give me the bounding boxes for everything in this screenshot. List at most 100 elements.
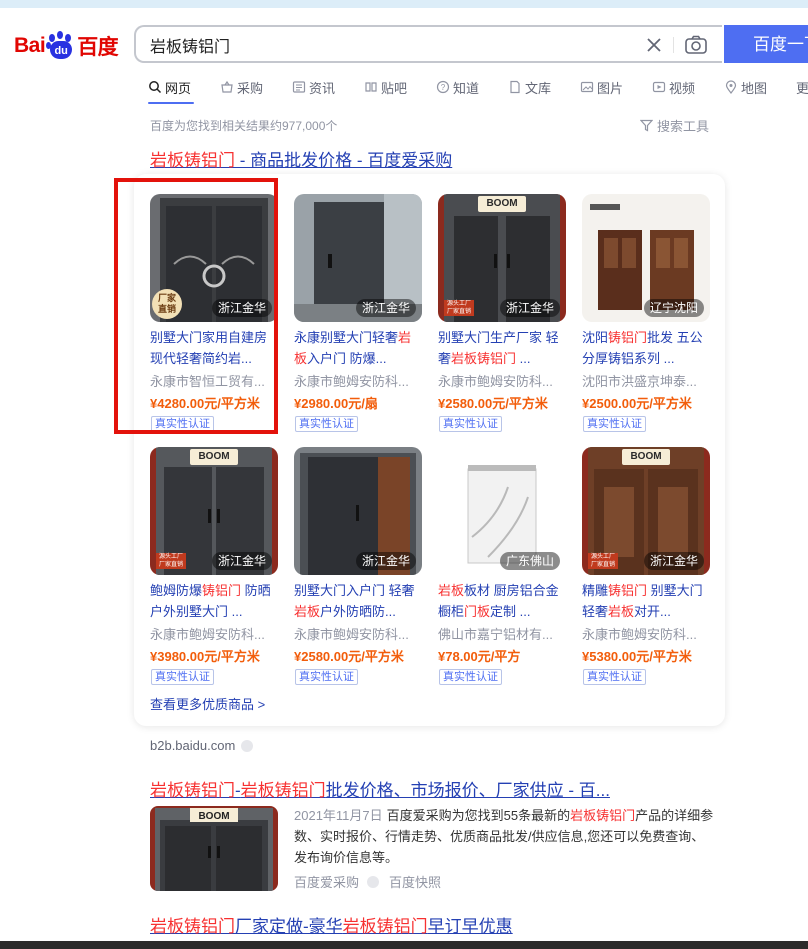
tab-label: 视频 bbox=[669, 80, 696, 96]
product-price: ¥2980.00元/扇 bbox=[294, 396, 378, 411]
tab-8[interactable]: 地图 bbox=[724, 74, 796, 100]
paw-icon: du bbox=[46, 31, 76, 61]
verified-badge: 真实性认证 bbox=[295, 669, 358, 685]
product-price: ¥5380.00元/平方米 bbox=[582, 649, 692, 664]
shop-name[interactable]: 永康市鲍姆安防科... bbox=[294, 624, 422, 643]
search-tools-button[interactable]: 搜索工具 bbox=[640, 116, 709, 135]
product-name[interactable]: 永康别墅大门轻奢岩板入户门 防爆... bbox=[294, 327, 422, 369]
tab-6[interactable]: 图片 bbox=[580, 74, 652, 100]
abstract-highlight: 岩板铸铝门 bbox=[570, 808, 636, 823]
name-highlight: 岩板 bbox=[608, 604, 635, 619]
name-text: 鲍姆防爆 bbox=[150, 583, 203, 598]
shop-name[interactable]: 永康市鲍姆安防科... bbox=[438, 371, 566, 390]
result-title-1[interactable]: 岩板铸铝门 - 商品批发价格 - 百度爱采购 bbox=[150, 146, 452, 171]
baidu-logo[interactable]: Bai du 百度 bbox=[14, 26, 119, 66]
tab-label: 贴吧 bbox=[381, 80, 408, 96]
product-image[interactable]: 浙江金华 bbox=[294, 447, 422, 575]
result-source: 百度爱采购 百度快照 bbox=[294, 872, 441, 891]
product-image[interactable]: BOOM 源头工厂 厂家直销 浙江金华 bbox=[582, 447, 710, 575]
name-highlight: 岩板 bbox=[438, 583, 465, 598]
factory-badge: 源头工厂 厂家直销 bbox=[588, 553, 618, 569]
product-name[interactable]: 岩板板材 厨房铝合金橱柜门板定制 ... bbox=[438, 580, 566, 622]
tab-label: 资讯 bbox=[309, 80, 336, 96]
abstract-text: 百度爱采购为您找到55条最新的 bbox=[386, 808, 571, 823]
location-label: 浙江金华 bbox=[211, 552, 272, 570]
title-text: 厂家定做-豪华 bbox=[235, 917, 343, 936]
logo-text-du: du bbox=[54, 45, 68, 57]
tab-5[interactable]: 文库 bbox=[508, 74, 580, 100]
logo-text-bai: Bai bbox=[14, 34, 46, 57]
name-highlight: 铸铝门 bbox=[202, 583, 242, 598]
title-highlight: 岩板铸铝门 bbox=[240, 781, 326, 800]
product-price: ¥2580.00元/平方米 bbox=[438, 396, 548, 411]
product-name[interactable]: 鲍姆防爆铸铝门 防晒户外别墅大门 ... bbox=[150, 580, 278, 622]
location-label: 辽宁沈阳 bbox=[643, 299, 704, 317]
image-icon bbox=[580, 81, 594, 93]
product-image[interactable]: BOOM 源头工厂 厂家直销 浙江金华 bbox=[150, 447, 278, 575]
browser-top-strip bbox=[0, 0, 808, 8]
result-title-2[interactable]: 岩板铸铝门-岩板铸铝门批发价格、市场报价、厂家供应 - 百... bbox=[150, 776, 610, 801]
more-options-icon[interactable] bbox=[367, 875, 380, 888]
tab-label: 地图 bbox=[741, 80, 768, 96]
map-pin-icon bbox=[725, 80, 737, 94]
result-thumbnail[interactable]: BOOM bbox=[150, 806, 278, 891]
result-title-3[interactable]: 岩板铸铝门厂家定做-豪华岩板铸铝门早订早优惠 bbox=[150, 912, 513, 937]
svg-text:?: ? bbox=[441, 83, 446, 92]
product-price: ¥3980.00元/平方米 bbox=[150, 649, 260, 664]
snapshot-link[interactable]: 百度快照 bbox=[389, 872, 441, 891]
title-highlight: 岩板铸铝门 bbox=[150, 917, 235, 936]
shop-name[interactable]: 永康市鲍姆安防科... bbox=[582, 624, 710, 643]
name-text: 入户门 防爆... bbox=[307, 351, 387, 366]
name-text: 永康别墅大门轻奢 bbox=[294, 330, 399, 345]
brand-logo: BOOM bbox=[622, 449, 670, 465]
shop-name[interactable]: 永康市鲍姆安防科... bbox=[150, 624, 278, 643]
tab-1[interactable]: 采购 bbox=[220, 74, 292, 100]
tab-7[interactable]: 视频 bbox=[652, 74, 724, 100]
close-icon[interactable] bbox=[644, 35, 664, 55]
basket-icon bbox=[221, 80, 233, 93]
product-image[interactable]: 辽宁沈阳 bbox=[582, 194, 710, 322]
tab-3[interactable]: 贴吧 bbox=[364, 74, 436, 100]
location-label: 浙江金华 bbox=[355, 299, 416, 317]
title-highlight: 岩板铸铝门 bbox=[150, 151, 235, 170]
camera-icon[interactable] bbox=[684, 34, 708, 56]
search-input[interactable] bbox=[150, 35, 630, 55]
name-text: 定制 ... bbox=[490, 604, 531, 619]
shop-name[interactable]: 沈阳市洪盛京坤泰... bbox=[582, 371, 710, 390]
search-button[interactable]: 百度一下 bbox=[724, 25, 808, 63]
tab-9[interactable]: 更多 bbox=[796, 74, 808, 100]
product-name[interactable]: 别墅大门生产厂家 轻奢岩板铸铝门 ... bbox=[438, 327, 566, 369]
name-text: 别墅大门入户门 轻奢 bbox=[294, 583, 415, 598]
tab-label: 采购 bbox=[237, 80, 264, 96]
tab-2[interactable]: 资讯 bbox=[292, 74, 364, 100]
title-text: 早订早优惠 bbox=[427, 917, 513, 936]
tab-0[interactable]: 网页 bbox=[148, 74, 220, 100]
location-label: 浙江金华 bbox=[643, 552, 704, 570]
play-icon bbox=[652, 81, 666, 93]
tieba-icon bbox=[365, 82, 377, 92]
shop-name[interactable]: 佛山市嘉宁铝材有... bbox=[438, 624, 566, 643]
source-name[interactable]: 百度爱采购 bbox=[294, 872, 359, 891]
product-image[interactable]: 浙江金华 bbox=[294, 194, 422, 322]
brand-logo: BOOM bbox=[190, 449, 238, 465]
name-highlight: 铸铝门 bbox=[608, 583, 648, 598]
verified-badge: 真实性认证 bbox=[151, 669, 214, 685]
product-name[interactable]: 沈阳铸铝门批发 五公分厚铸铝系列 ... bbox=[582, 327, 710, 369]
more-products-link[interactable]: 查看更多优质商品 > bbox=[150, 694, 265, 713]
more-options-icon[interactable] bbox=[241, 739, 254, 752]
logo-text-baidu-cn: 百度 bbox=[77, 36, 119, 59]
tab-4[interactable]: ? 知道 bbox=[436, 74, 508, 100]
product-name[interactable]: 别墅大门入户门 轻奢岩板户外防晒防... bbox=[294, 580, 422, 622]
product-image[interactable]: BOOM 源头工厂 厂家直销 浙江金华 bbox=[438, 194, 566, 322]
annotation-red-box bbox=[114, 178, 278, 434]
source-url[interactable]: b2b.baidu.com bbox=[150, 738, 254, 753]
product-image[interactable]: 广东佛山 bbox=[438, 447, 566, 575]
product-name[interactable]: 精雕铸铝门 别墅大门轻奢岩板对开... bbox=[582, 580, 710, 622]
product-price: ¥2580.00元/平方米 bbox=[294, 649, 404, 664]
brand-logo: BOOM bbox=[478, 196, 526, 212]
product-price: ¥78.00元/平方 bbox=[438, 649, 521, 664]
tab-label: 图片 bbox=[597, 80, 624, 96]
shop-name[interactable]: 永康市鲍姆安防科... bbox=[294, 371, 422, 390]
tab-label: 网页 bbox=[165, 80, 192, 96]
location-label: 广东佛山 bbox=[499, 552, 560, 570]
